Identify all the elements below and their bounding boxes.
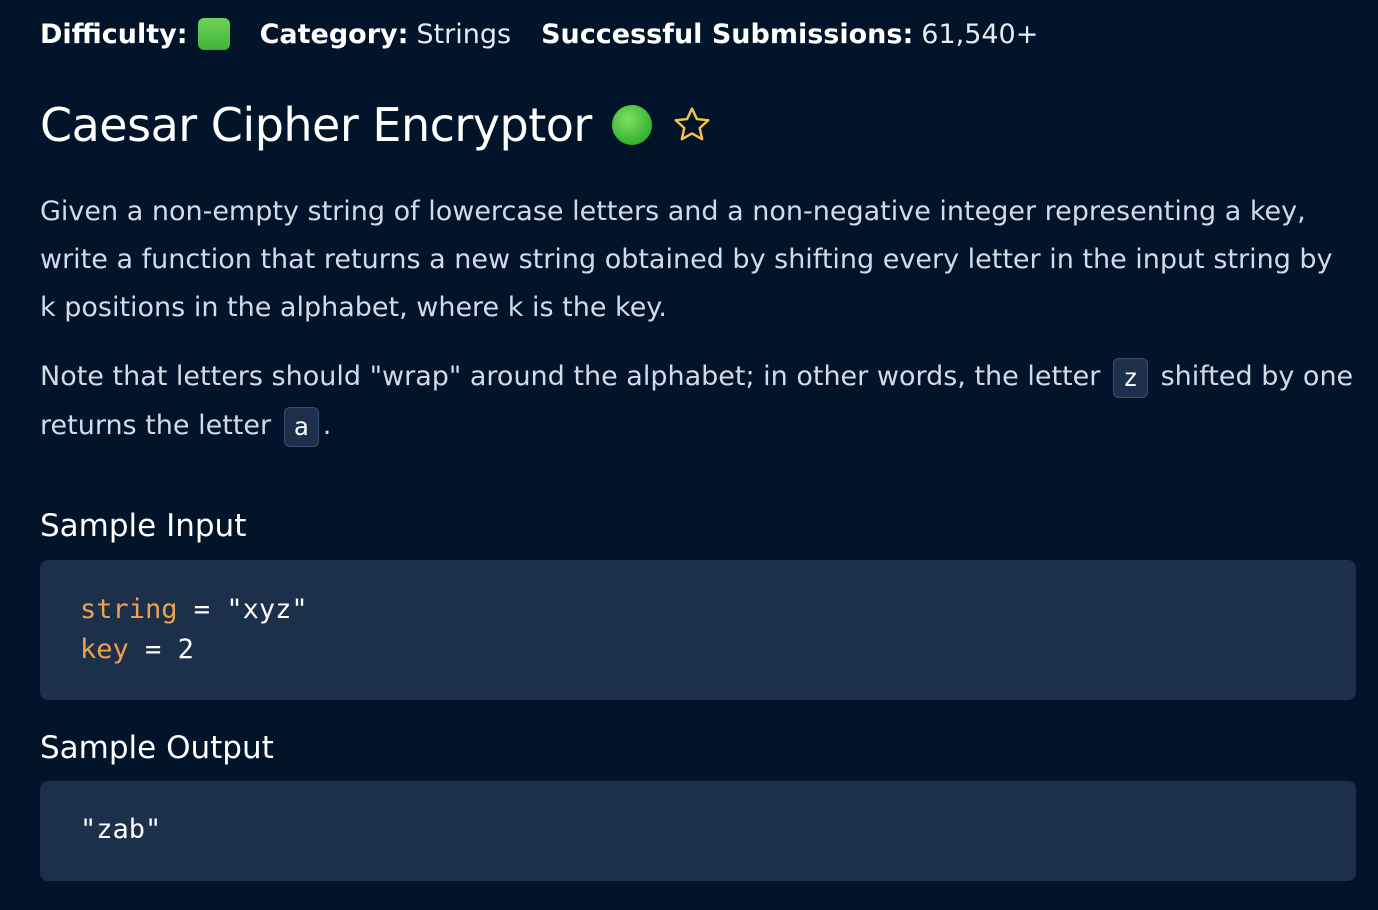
title-row: Caesar Cipher Encryptor	[40, 98, 714, 152]
completed-status-icon	[611, 105, 652, 145]
code-value: 2	[177, 634, 194, 665]
code-variable-name: key	[80, 634, 129, 665]
note-text-3: .	[322, 410, 332, 441]
category-group: Category: Strings	[260, 19, 512, 50]
sample-output-heading: Sample Output	[40, 730, 274, 766]
code-output-value: "zab"	[80, 814, 162, 845]
code-value: "xyz"	[226, 594, 308, 625]
code-operator: =	[128, 634, 178, 665]
submissions-group: Successful Submissions: 61,540+	[541, 19, 1038, 50]
code-operator: =	[177, 594, 227, 625]
sample-input-heading: Sample Input	[40, 508, 247, 544]
submissions-label: Successful Submissions:	[541, 18, 914, 50]
code-line: string = "xyz"	[80, 590, 1356, 630]
sample-output-code-block: "zab"	[40, 781, 1356, 881]
code-line: key = 2	[80, 630, 1356, 670]
submissions-value: 61,540+	[921, 18, 1039, 50]
inline-code-z: z	[1112, 357, 1148, 398]
star-outline-icon	[674, 107, 710, 141]
difficulty-label: Difficulty:	[40, 18, 188, 50]
problem-description: Given a non-empty string of lowercase le…	[40, 188, 1356, 332]
difficulty-group: Difficulty:	[40, 18, 230, 50]
inline-code-a: a	[283, 406, 319, 447]
note-text-1: Note that letters should "wrap" around t…	[40, 361, 1101, 392]
difficulty-easy-icon	[197, 18, 230, 50]
description-paragraph: Given a non-empty string of lowercase le…	[40, 196, 1333, 323]
problem-note: Note that letters should "wrap" around t…	[40, 352, 1356, 450]
favorite-star-button[interactable]	[670, 103, 714, 147]
category-value: Strings	[416, 18, 512, 50]
problem-meta-bar: Difficulty: Category: Strings Successful…	[40, 18, 1068, 50]
sample-input-code-block: string = "xyz" key = 2	[40, 560, 1356, 700]
category-label: Category:	[259, 18, 409, 50]
page-title: Caesar Cipher Encryptor	[40, 98, 592, 152]
note-paragraph: Note that letters should "wrap" around t…	[40, 352, 1356, 450]
code-variable-name: string	[80, 594, 178, 625]
